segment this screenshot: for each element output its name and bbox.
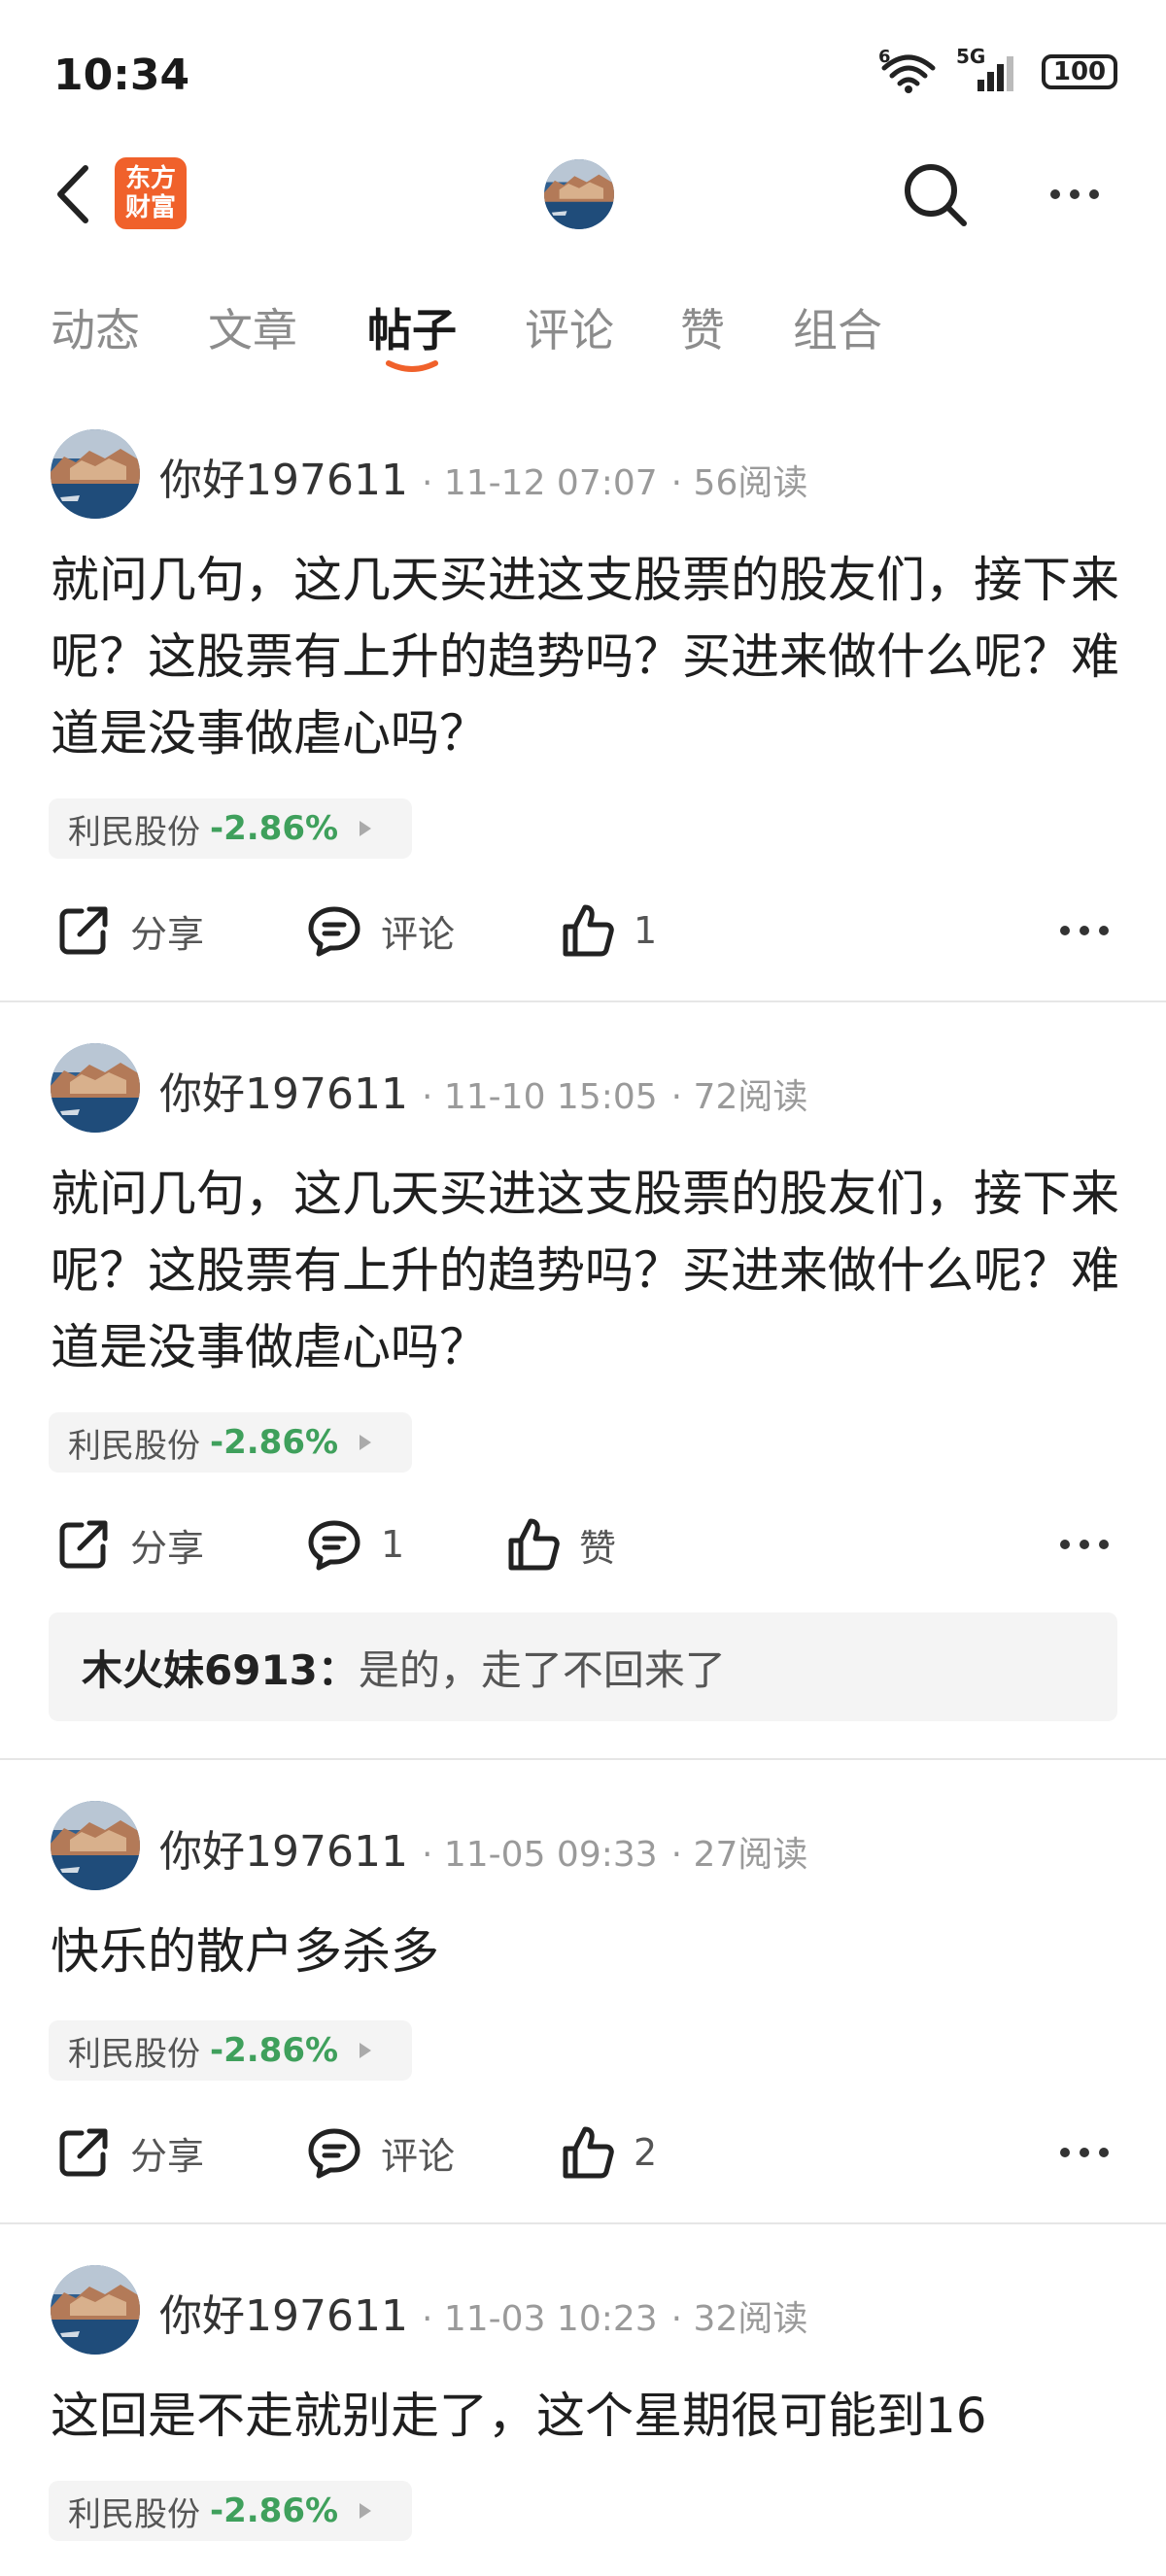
comment-icon xyxy=(305,1515,363,1574)
network-type: 5G xyxy=(956,45,986,68)
play-arrow-icon xyxy=(360,2043,372,2058)
post-actions: 分享 评论 1 xyxy=(0,892,1166,969)
post-date: 11-10 15:05 xyxy=(443,1077,658,1117)
post-header: 你好197611 · 11-05 09:33 · 27阅读 xyxy=(159,1827,808,1877)
comment-preview[interactable]: 木火妹6913： 是的，走了不回来了 xyxy=(49,1612,1117,1721)
comment-button[interactable]: 评论 xyxy=(305,2114,455,2191)
read-count: 32阅读 xyxy=(693,2299,808,2339)
post-date: 11-03 10:23 xyxy=(443,2299,658,2339)
share-icon xyxy=(54,1515,113,1574)
share-button[interactable]: 分享 xyxy=(54,2114,204,2191)
read-count: 56阅读 xyxy=(693,463,808,503)
comment-icon xyxy=(305,2123,363,2182)
status-bar: 10:34 6 5G 100 xyxy=(0,0,1166,146)
post-item[interactable]: 你好197611 · 11-03 10:23 · 32阅读 这回是不走就别走了，… xyxy=(0,2242,1166,2576)
share-icon xyxy=(54,2123,113,2182)
stock-change: -2.86% xyxy=(210,1423,339,1462)
post-item[interactable]: 你好197611 · 11-10 15:05 · 72阅读 就问几句，这几天买进… xyxy=(0,1020,1166,1758)
stock-tag[interactable]: 利民股份 -2.86% xyxy=(49,2020,412,2081)
like-button[interactable]: 1 xyxy=(558,892,657,969)
tab-comments[interactable]: 评论 xyxy=(525,295,614,359)
comment-button[interactable]: 评论 xyxy=(305,892,455,969)
share-icon xyxy=(54,901,113,960)
share-button[interactable]: 分享 xyxy=(54,892,204,969)
comment-icon xyxy=(305,901,363,960)
comment-author[interactable]: 木火妹6913： xyxy=(82,1638,359,1697)
tab-likes[interactable]: 赞 xyxy=(680,295,725,359)
play-arrow-icon xyxy=(360,1435,372,1450)
post-item[interactable]: 你好197611 · 11-12 07:07 · 56阅读 就问几句，这几天买进… xyxy=(0,406,1166,1000)
stock-name: 利民股份 xyxy=(68,2494,200,2534)
author-avatar[interactable] xyxy=(51,2265,140,2355)
post-actions: 分享 评论 2 xyxy=(0,2114,1166,2191)
tab-articles[interactable]: 文章 xyxy=(208,295,297,359)
divider xyxy=(0,1000,1166,1002)
stock-tag[interactable]: 利民股份 -2.86% xyxy=(49,2481,412,2541)
more-options-icon[interactable] xyxy=(1044,175,1112,214)
author-name[interactable]: 你好197611 xyxy=(159,456,408,505)
more-options-icon[interactable] xyxy=(1057,2133,1112,2172)
share-button[interactable]: 分享 xyxy=(54,1506,204,1583)
post-header: 你好197611 · 11-10 15:05 · 72阅读 xyxy=(159,1069,808,1119)
post-content[interactable]: 就问几句，这几天买进这支股票的股友们，接下来呢？这股票有上升的趋势吗？买进来做什… xyxy=(51,542,1119,772)
post-content[interactable]: 就问几句，这几天买进这支股票的股友们，接下来呢？这股票有上升的趋势吗？买进来做什… xyxy=(51,1156,1119,1386)
thumbs-up-icon xyxy=(558,901,616,960)
battery-icon: 100 xyxy=(1042,54,1117,89)
post-content[interactable]: 快乐的散户多杀多 xyxy=(51,1914,1119,1990)
wifi-badge: 6 xyxy=(878,47,891,67)
profile-tabs: 动态 文章 帖子 评论 赞 组合 xyxy=(0,282,1166,379)
post-header: 你好197611 · 11-03 10:23 · 32阅读 xyxy=(159,2291,808,2341)
status-icons: 6 5G 100 xyxy=(878,45,1117,93)
post-actions: 分享 1 赞 xyxy=(0,1506,1166,1583)
author-name[interactable]: 你好197611 xyxy=(159,1827,408,1877)
battery-level: 100 xyxy=(1052,57,1107,86)
post-date: 11-12 07:07 xyxy=(443,463,658,503)
read-count: 72阅读 xyxy=(693,1077,808,1117)
status-time: 10:34 xyxy=(53,51,190,100)
active-tab-indicator xyxy=(386,360,438,372)
post-date: 11-05 09:33 xyxy=(443,1835,658,1875)
stock-tag[interactable]: 利民股份 -2.86% xyxy=(49,1412,412,1473)
stock-name: 利民股份 xyxy=(68,2034,200,2074)
author-name[interactable]: 你好197611 xyxy=(159,1069,408,1119)
post-item[interactable]: 你好197611 · 11-05 09:33 · 27阅读 快乐的散户多杀多 利… xyxy=(0,1778,1166,2224)
app-logo-text: 东方财富 xyxy=(124,164,176,222)
tab-dynamics[interactable]: 动态 xyxy=(51,295,140,359)
wifi-icon: 6 xyxy=(878,47,939,93)
divider xyxy=(0,1758,1166,1760)
post-header: 你好197611 · 11-12 07:07 · 56阅读 xyxy=(159,456,808,505)
play-arrow-icon xyxy=(360,821,372,836)
thumbs-up-icon xyxy=(558,2123,616,2182)
stock-name: 利民股份 xyxy=(68,812,200,852)
cellular-signal-icon: 5G xyxy=(956,45,1024,93)
author-avatar[interactable] xyxy=(51,429,140,519)
top-nav-bar: 东方财富 xyxy=(0,146,1166,243)
stock-change: -2.86% xyxy=(210,809,339,848)
stock-change: -2.86% xyxy=(210,2031,339,2070)
post-content[interactable]: 这回是不走就别走了，这个星期很可能到16 xyxy=(51,2378,1119,2455)
author-name[interactable]: 你好197611 xyxy=(159,2291,408,2341)
stock-name: 利民股份 xyxy=(68,1426,200,1466)
divider xyxy=(0,2222,1166,2224)
like-button[interactable]: 2 xyxy=(558,2114,657,2191)
profile-avatar[interactable] xyxy=(544,159,614,229)
comment-button[interactable]: 1 xyxy=(305,1506,404,1583)
comment-text: 是的，走了不回来了 xyxy=(358,1645,726,1694)
read-count: 27阅读 xyxy=(693,1835,808,1875)
more-options-icon[interactable] xyxy=(1057,1525,1112,1564)
tab-portfolios[interactable]: 组合 xyxy=(793,295,882,359)
thumbs-up-icon xyxy=(503,1515,562,1574)
more-options-icon[interactable] xyxy=(1057,911,1112,950)
like-button[interactable]: 赞 xyxy=(503,1506,616,1583)
author-avatar[interactable] xyxy=(51,1043,140,1133)
search-icon[interactable] xyxy=(900,159,970,229)
tab-posts[interactable]: 帖子 xyxy=(367,295,457,359)
author-avatar[interactable] xyxy=(51,1801,140,1890)
play-arrow-icon xyxy=(360,2503,372,2519)
back-arrow-icon[interactable] xyxy=(49,162,107,226)
app-logo[interactable]: 东方财富 xyxy=(115,157,187,229)
stock-change: -2.86% xyxy=(210,2491,339,2530)
stock-tag[interactable]: 利民股份 -2.86% xyxy=(49,798,412,859)
